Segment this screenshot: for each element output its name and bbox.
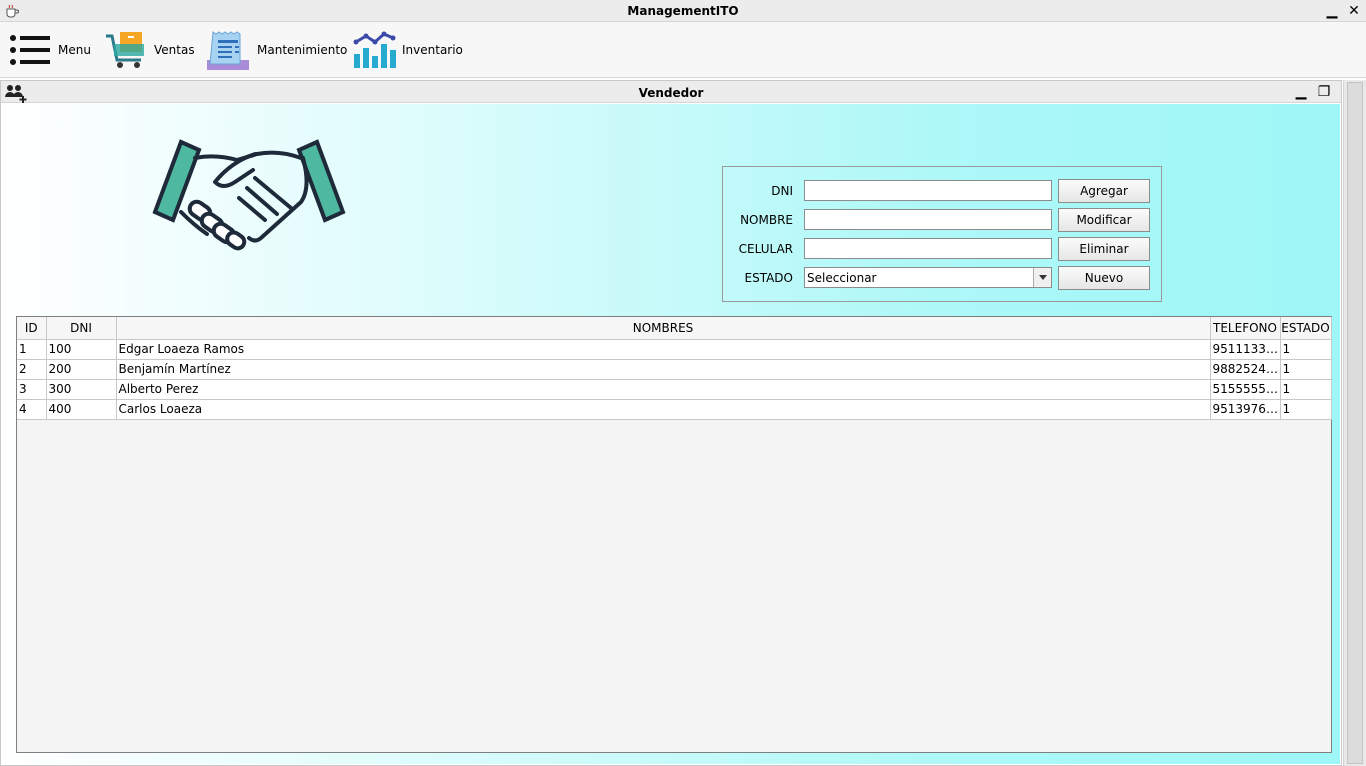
app-title-bar: ManagementITO ▁ ✕ — [0, 0, 1366, 22]
table-cell: Carlos Loaeza — [116, 399, 1211, 420]
column-header-dni[interactable]: DNI — [46, 317, 117, 340]
menu-item-label: Mantenimiento — [257, 43, 348, 57]
table-cell: 100 — [46, 339, 117, 360]
table-row[interactable]: 4 400 Carlos Loaeza 95139763... 1 — [17, 399, 1332, 420]
handshake-icon — [152, 139, 346, 251]
column-header-id[interactable]: ID — [17, 317, 47, 340]
table-cell: 400 — [46, 399, 117, 420]
vendedor-form: DNI Agregar NOMBRE Modificar CELULAR Eli… — [722, 166, 1162, 302]
menu-item-label: Inventario — [402, 43, 463, 57]
menu-item-ventas[interactable]: Ventas — [104, 28, 195, 72]
table-cell: Alberto Perez — [116, 379, 1211, 400]
maximize-frame-button[interactable]: ❐ — [1315, 83, 1333, 101]
table-cell: 98825245... — [1210, 359, 1281, 380]
table-cell: 2 — [17, 359, 47, 380]
column-header-telefono[interactable]: TELEFONO — [1210, 317, 1281, 340]
cart-icon — [106, 32, 144, 68]
dni-label: DNI — [771, 184, 793, 198]
vendedor-content: DNI Agregar NOMBRE Modificar CELULAR Eli… — [3, 104, 1340, 764]
table-cell: 1 — [1280, 339, 1332, 360]
column-header-nombres[interactable]: NOMBRES — [116, 317, 1211, 340]
table-cell: 3 — [17, 379, 47, 400]
estado-label: ESTADO — [744, 271, 794, 285]
table-cell: 95139763... — [1210, 399, 1281, 420]
agregar-button[interactable]: Agregar — [1058, 179, 1150, 203]
form-row-estado: ESTADO Seleccionar Nuevo — [723, 266, 1161, 290]
app-title: ManagementITO — [627, 4, 739, 18]
form-row-nombre: NOMBRE Modificar — [723, 208, 1161, 232]
list-icon — [10, 35, 50, 65]
chevron-down-icon[interactable] — [1033, 268, 1051, 287]
vendedor-window: Vendedor ▁ ❐ ✕ DNI Agregar — [0, 80, 1354, 766]
table-cell: 95111339... — [1210, 339, 1281, 360]
table-row[interactable]: 1 100 Edgar Loaeza Ramos 95111339... 1 — [17, 339, 1332, 360]
table-header-row: ID DNI NOMBRES TELEFONO ESTADO — [17, 317, 1332, 340]
menu-item-inventario[interactable]: Inventario — [352, 28, 463, 72]
minimize-frame-button[interactable]: ▁ — [1292, 83, 1310, 101]
menu-item-menu[interactable]: Menu — [8, 28, 91, 72]
table-row[interactable]: 2 200 Benjamín Martínez 98825245... 1 — [17, 359, 1332, 380]
table-cell: 1 — [1280, 359, 1332, 380]
celular-input[interactable] — [804, 238, 1052, 259]
form-row-dni: DNI Agregar — [723, 179, 1161, 203]
menu-item-label: Menu — [58, 43, 91, 57]
dni-input[interactable] — [804, 180, 1052, 201]
modificar-button[interactable]: Modificar — [1058, 208, 1150, 232]
table-row[interactable]: 3 300 Alberto Perez 51555550... 1 — [17, 379, 1332, 400]
menu-bar: Menu Ventas Mantenimiento Inventario — [0, 22, 1366, 78]
close-button[interactable]: ✕ — [1345, 2, 1363, 20]
desktop-scrollbar[interactable] — [1343, 80, 1366, 766]
vendedores-table-container[interactable]: ID DNI NOMBRES TELEFONO ESTADO 1 100 Edg… — [16, 316, 1332, 753]
estado-selected-value: Seleccionar — [807, 271, 877, 285]
chart-icon — [353, 31, 396, 68]
menu-item-label: Ventas — [154, 43, 195, 57]
vendedores-table: ID DNI NOMBRES TELEFONO ESTADO 1 100 Edg… — [17, 317, 1332, 420]
nombre-input[interactable] — [804, 209, 1052, 230]
table-cell: 1 — [17, 339, 47, 360]
table-cell: Edgar Loaeza Ramos — [116, 339, 1211, 360]
table-cell: Benjamín Martínez — [116, 359, 1211, 380]
scrollbar-thumb[interactable] — [1347, 82, 1363, 764]
table-cell: 200 — [46, 359, 117, 380]
minimize-button[interactable]: ▁ — [1323, 2, 1341, 20]
table-cell: 1 — [1280, 379, 1332, 400]
table-cell: 300 — [46, 379, 117, 400]
column-header-estado[interactable]: ESTADO — [1280, 317, 1332, 340]
celular-label: CELULAR — [738, 242, 793, 256]
eliminar-button[interactable]: Eliminar — [1058, 237, 1150, 261]
menu-item-mantenimiento[interactable]: Mantenimiento — [207, 28, 347, 72]
nuevo-button[interactable]: Nuevo — [1058, 266, 1150, 290]
receipt-icon — [207, 31, 249, 70]
estado-select[interactable]: Seleccionar — [804, 267, 1052, 288]
table-cell: 1 — [1280, 399, 1332, 420]
form-row-celular: CELULAR Eliminar — [723, 237, 1161, 261]
table-cell: 4 — [17, 399, 47, 420]
window-title: Vendedor — [638, 86, 704, 100]
nombre-label: NOMBRE — [740, 213, 793, 227]
table-cell: 51555550... — [1210, 379, 1281, 400]
vendedor-title-bar[interactable]: Vendedor ▁ ❐ ✕ — [1, 81, 1354, 103]
